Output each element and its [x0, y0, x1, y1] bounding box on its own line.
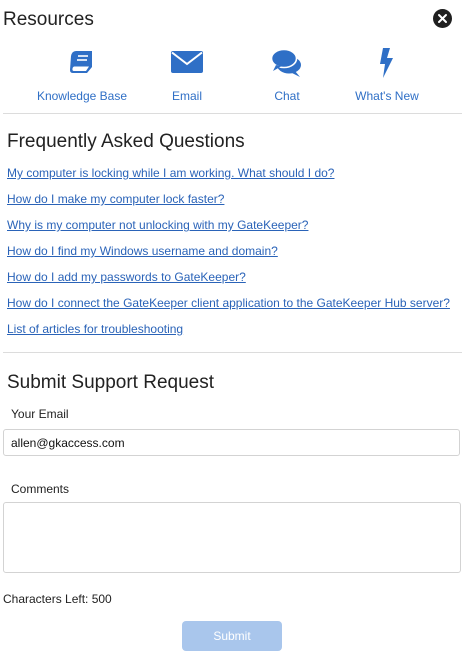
- quick-link-knowledge-base[interactable]: Knowledge Base: [27, 44, 137, 110]
- faq-list: My computer is locking while I am workin…: [7, 166, 462, 348]
- faq-link[interactable]: List of articles for troubleshooting: [7, 322, 462, 348]
- faq-link[interactable]: My computer is locking while I am workin…: [7, 166, 462, 192]
- faq-link[interactable]: How do I connect the GateKeeper client a…: [7, 296, 462, 322]
- envelope-icon: [132, 47, 242, 81]
- lightning-icon: [332, 47, 442, 81]
- characters-left-counter: Characters Left: 500: [3, 592, 112, 606]
- faq-link[interactable]: Why is my computer not unlocking with my…: [7, 218, 462, 244]
- submit-button[interactable]: Submit: [182, 621, 282, 651]
- quick-link-email[interactable]: Email: [132, 44, 242, 110]
- quick-link-label: Knowledge Base: [36, 89, 128, 103]
- faq-link[interactable]: How do I add my passwords to GateKeeper?: [7, 270, 462, 296]
- quick-link-whats-new[interactable]: What's New: [332, 44, 442, 110]
- email-label: Your Email: [11, 407, 69, 421]
- header: Resources: [0, 0, 467, 40]
- quick-link-label: Chat: [274, 89, 300, 103]
- book-icon: [27, 47, 137, 81]
- chat-bubbles-icon: [232, 47, 342, 81]
- quick-link-chat[interactable]: Chat: [232, 44, 342, 110]
- faq-link[interactable]: How do I make my computer lock faster?: [7, 192, 462, 218]
- faq-link[interactable]: How do I find my Windows username and do…: [7, 244, 462, 270]
- email-field[interactable]: [3, 429, 460, 456]
- comments-field[interactable]: [3, 502, 461, 573]
- close-icon[interactable]: [433, 9, 452, 28]
- divider: [3, 113, 462, 114]
- comments-label: Comments: [11, 482, 70, 496]
- quick-link-label: Email: [171, 89, 202, 103]
- support-request-heading: Submit Support Request: [7, 372, 215, 393]
- page-title: Resources: [3, 9, 94, 30]
- quick-links: Knowledge Base Email Chat What's New: [0, 44, 467, 110]
- faq-heading: Frequently Asked Questions: [7, 131, 245, 152]
- quick-link-label: What's New: [355, 89, 419, 103]
- divider: [3, 352, 462, 353]
